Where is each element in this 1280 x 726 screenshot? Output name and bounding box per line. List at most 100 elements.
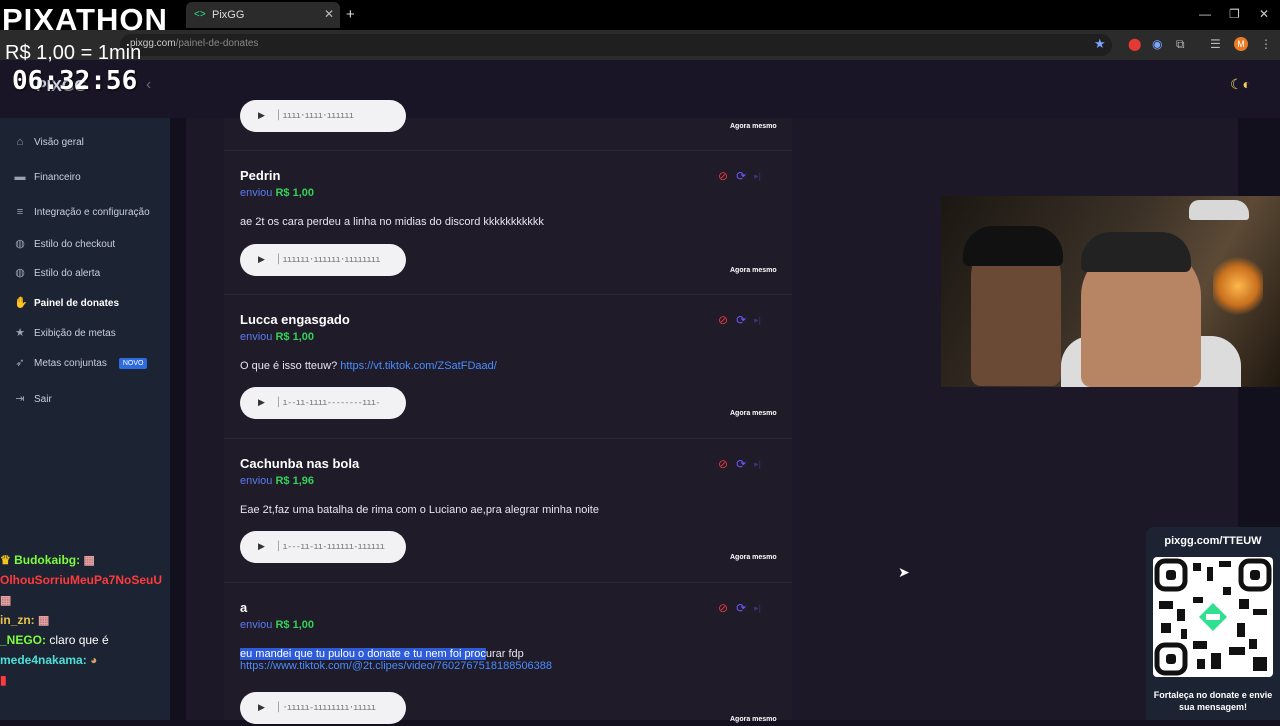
pixgg-favicon-icon: <> (194, 9, 206, 20)
restore-icon[interactable]: ❐ (1229, 7, 1240, 21)
donation-amount: enviou R$ 1,00 (240, 331, 315, 343)
wallet-icon: ▬ (14, 171, 26, 183)
theme-toggle-icon[interactable]: ☾◐ (1230, 76, 1251, 93)
minimize-icon[interactable]: — (1199, 7, 1211, 21)
skip-icon[interactable]: ▸| (754, 170, 761, 182)
extension-icon[interactable]: ⬤ (1128, 37, 1141, 51)
play-icon[interactable]: ▶ (258, 110, 265, 121)
donation-card: Pedrin enviou R$ 1,00 ⊘ ⟳ ▸| ae 2t os cara… (224, 150, 792, 295)
donation-actions: ⊘ ⟳ ▸| (718, 458, 761, 470)
audio-waveform[interactable]: ▏ı--ıı-ıııı--------ııı- (278, 394, 396, 412)
settings-icon: ≡ (16, 206, 24, 218)
audio-waveform[interactable]: ▏ıııııı·ıııııı·ıııııııı (278, 251, 396, 269)
emote-icon: ◕ (90, 653, 98, 667)
donation-actions: ⊘ ⟳ ▸| (718, 170, 761, 182)
menu-dots-icon[interactable]: ⋮ (1260, 37, 1272, 51)
stream-title: PIXATHON (2, 2, 168, 37)
rocket-icon: ➶ (15, 357, 25, 369)
profile-avatar[interactable]: M (1234, 37, 1248, 51)
replay-icon[interactable]: ⟳ (736, 602, 746, 614)
qr-card: pixgg.com/TTEUW Fortaleça no donate e en… (1146, 527, 1280, 720)
donation-card: Lucca engasgado enviou R$ 1,00 ⊘ ⟳ ▸| O qu… (224, 294, 792, 439)
lamp-glow (1213, 256, 1263, 316)
collapse-sidebar-icon[interactable]: ‹ (146, 76, 151, 94)
donor-name: Pedrin (240, 168, 281, 183)
chat-message: _NEGO: claro que é (0, 633, 109, 647)
donation-link[interactable]: https://www.tiktok.com/@2t.clipes/video/… (240, 660, 552, 672)
skip-icon[interactable]: ▸| (754, 458, 761, 470)
donation-time: Agora mesmo (730, 123, 777, 130)
qr-url: pixgg.com/TTEUW (1164, 535, 1262, 547)
sidebar-item-financeiro[interactable]: ▬ Financeiro (14, 171, 81, 183)
ban-icon[interactable]: ⊘ (718, 458, 728, 470)
audio-waveform[interactable]: ▏·ııııı-ıııııııı·ııııı (278, 699, 396, 717)
donation-link[interactable]: https://vt.tiktok.com/ZSatFDaad/ (340, 360, 497, 372)
donation-card: ▶ ▏ıııı·ıııı·ıııııı Agora mesmo (224, 6, 792, 151)
replay-icon[interactable]: ⟳ (736, 170, 746, 182)
audio-player[interactable]: ▶ ▏ıııı·ıııı·ıııııı (240, 100, 406, 132)
bookmark-star-icon[interactable]: ★ (1094, 36, 1106, 52)
audio-waveform[interactable]: ▏ıııı·ıııı·ıııııı (278, 107, 396, 125)
donor-name: a (240, 600, 248, 615)
replay-icon[interactable]: ⟳ (736, 458, 746, 470)
donor-name: Lucca engasgado (240, 312, 350, 327)
sidebar-item-visao-geral[interactable]: ⌂ Visão geral (14, 136, 84, 148)
donation-amount: enviou R$ 1,96 (240, 475, 315, 487)
sidebar-item-integracao[interactable]: ≡ Integração e configuração (14, 206, 150, 218)
donation-time: Agora mesmo (730, 410, 777, 417)
play-icon[interactable]: ▶ (258, 702, 265, 713)
ban-icon[interactable]: ⊘ (718, 314, 728, 326)
palette-icon: ◍ (15, 238, 25, 250)
chat-message: OlhouSorriuMeuPa7NoSeuU (0, 573, 163, 587)
stream-timer: 06:32:56 (12, 66, 138, 96)
mouse-cursor-icon: ➤ (898, 564, 910, 580)
media-icon[interactable]: ☰ (1210, 37, 1221, 51)
new-badge: NOVO (118, 357, 148, 369)
chat-message: ♛ Budokaibg: ▦ (0, 553, 95, 567)
donation-message: ae 2t os cara perdeu a linha no midias d… (240, 216, 544, 228)
sidebar-item-estilo-alerta[interactable]: ◍ Estilo do alerta (14, 267, 100, 279)
extensions-puzzle-icon[interactable]: ⧉ (1176, 37, 1185, 52)
sidebar-item-estilo-checkout[interactable]: ◍ Estilo do checkout (14, 238, 115, 250)
stream-chat: ♛ Budokaibg: ▦ OlhouSorriuMeuPa7NoSeuU ▦… (0, 553, 170, 693)
cast-icon[interactable]: ◉ (1152, 37, 1162, 51)
emote-icon: ▦ (38, 613, 50, 627)
skip-icon[interactable]: ▸| (754, 314, 761, 326)
qr-code (1153, 557, 1273, 677)
audio-waveform[interactable]: ▏ı---ıı-ıı-ıııııı-ıııııı (278, 538, 396, 556)
selected-text[interactable]: eu mandei que tu pulou o donate e tu nem… (240, 648, 486, 660)
hand-coins-icon: ✋ (14, 297, 28, 309)
donor-name: Cachunba nas bola (240, 456, 360, 471)
donation-amount: enviou R$ 1,00 (240, 619, 315, 631)
donation-card: Cachunba nas bola enviou R$ 1,96 ⊘ ⟳ ▸| Ea… (224, 438, 792, 583)
sidebar-item-metas-conjuntas[interactable]: ➶ Metas conjuntas NOVO (14, 357, 148, 369)
play-icon[interactable]: ▶ (258, 541, 265, 552)
play-icon[interactable]: ▶ (258, 397, 265, 408)
donation-message: O que é isso tteuw? https://vt.tiktok.co… (240, 360, 497, 372)
donation-message: Eae 2t,faz uma batalha de rima com o Luc… (240, 504, 599, 516)
audio-player[interactable]: ▶ ▏ıııııı·ıııııı·ıııııııı (240, 244, 406, 276)
close-window-icon[interactable]: ✕ (1259, 7, 1269, 21)
sidebar-item-painel-donates[interactable]: ✋ Painel de donates (14, 297, 119, 309)
palette-icon: ◍ (15, 267, 25, 279)
skip-icon[interactable]: ▸| (754, 602, 761, 614)
ban-icon[interactable]: ⊘ (718, 170, 728, 182)
stream-rate: R$ 1,00 = 1min (5, 42, 142, 64)
ban-icon[interactable]: ⊘ (718, 602, 728, 614)
chat-message: mede4nakama: ◕ (0, 653, 98, 667)
crown-icon: ♛ (0, 553, 11, 567)
donation-actions: ⊘ ⟳ ▸| (718, 314, 761, 326)
audio-player[interactable]: ▶ ▏ı--ıı-ıııı--------ııı- (240, 387, 406, 419)
replay-icon[interactable]: ⟳ (736, 314, 746, 326)
logout-icon: ⇥ (15, 393, 25, 405)
qr-cta: Fortaleça no donate e envie sua mensagem… (1153, 690, 1273, 712)
emote-icon: ▦ (83, 553, 95, 567)
chat-message: in_zn: ▦ (0, 613, 50, 627)
play-icon[interactable]: ▶ (258, 254, 265, 265)
audio-player[interactable]: ▶ ▏·ııııı-ıııııııı·ııııı (240, 692, 406, 724)
home-icon: ⌂ (16, 136, 24, 148)
cap-left (963, 226, 1063, 266)
sidebar-item-sair[interactable]: ⇥ Sair (14, 393, 51, 405)
sidebar-item-exibicao-metas[interactable]: ★ Exibição de metas (14, 327, 116, 339)
audio-player[interactable]: ▶ ▏ı---ıı-ıı-ıııııı-ıııııı (240, 531, 406, 563)
